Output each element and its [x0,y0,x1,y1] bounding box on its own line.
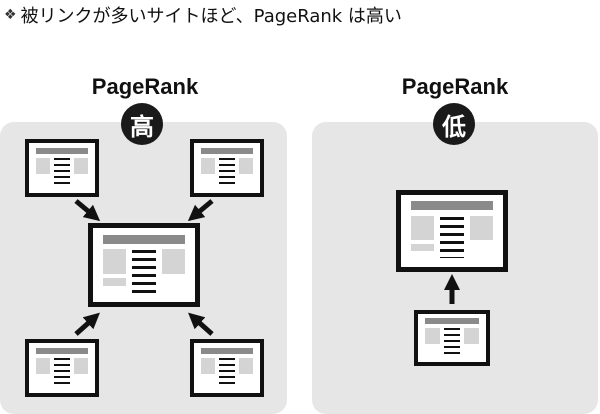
caption-text: 被リンクが多いサイトほど、PageRank は高い [20,6,402,27]
low-level-badge: 低 [433,103,475,145]
central-page-low-rank [396,190,508,272]
central-page-high-rank [88,223,200,307]
linking-page-single [414,310,490,366]
high-level-badge: 高 [121,103,163,145]
right-pagerank-title: PageRank [401,74,509,99]
diamond-bullet-icon: ❖ [4,7,17,23]
caption: ❖ 被リンクが多いサイトほど、PageRank は高い [4,2,402,28]
linking-page-top-right [190,139,264,197]
left-pagerank-title: PageRank [91,74,199,99]
linking-page-top-left [25,139,99,197]
linking-page-bottom-right [190,339,264,397]
linking-page-bottom-left [25,339,99,397]
